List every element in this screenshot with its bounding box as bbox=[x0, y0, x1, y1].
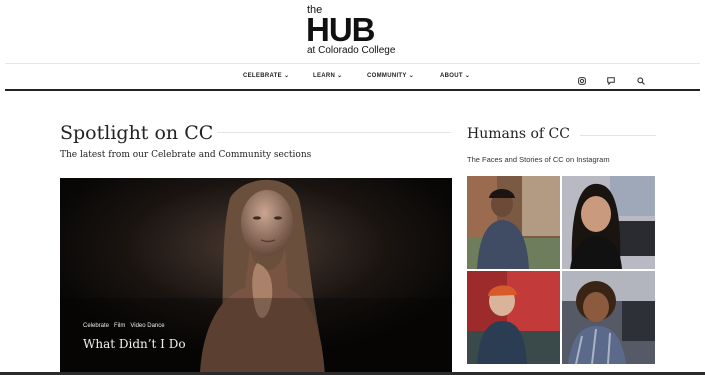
tag-link[interactable]: Video Dance bbox=[130, 323, 164, 329]
chevron-down-icon: ⌄ bbox=[464, 73, 471, 79]
spotlight-heading-rule bbox=[217, 132, 451, 133]
instagram-photo[interactable] bbox=[562, 176, 655, 269]
nav-celebrate-label: CELEBRATE bbox=[243, 73, 282, 79]
chevron-down-icon: ⌄ bbox=[337, 73, 343, 79]
featured-story-card[interactable]: Celebrate Film Video Dance What Didn’t I D… bbox=[60, 178, 452, 375]
site-logo[interactable]: the HUB at Colorado College bbox=[306, 5, 417, 57]
tag-link[interactable]: Film bbox=[114, 323, 125, 329]
header-divider bbox=[5, 63, 700, 64]
instagram-photo[interactable] bbox=[467, 271, 560, 364]
main-nav: CELEBRATE ⌄ LEARN ⌄ COMMUNITY ⌄ ABOUT ⌄ bbox=[0, 72, 705, 86]
instagram-photo[interactable] bbox=[467, 176, 560, 269]
spotlight-subtitle: The latest from our Celebrate and Commun… bbox=[60, 150, 312, 160]
search-icon[interactable] bbox=[637, 72, 647, 85]
featured-story-tags: Celebrate Film Video Dance bbox=[83, 323, 170, 329]
instagram-grid bbox=[467, 176, 655, 364]
nav-learn[interactable]: LEARN ⌄ bbox=[313, 72, 343, 79]
logo-subtitle: at Colorado College bbox=[307, 45, 396, 56]
nav-about[interactable]: ABOUT ⌄ bbox=[440, 72, 470, 79]
nav-divider bbox=[5, 89, 700, 91]
chevron-down-icon: ⌄ bbox=[408, 73, 415, 79]
nav-learn-label: LEARN bbox=[313, 73, 336, 79]
nav-about-label: ABOUT bbox=[440, 73, 463, 79]
humans-heading: Humans of CC bbox=[467, 126, 570, 142]
featured-story-title[interactable]: What Didn’t I Do bbox=[83, 337, 186, 351]
nav-community-label: COMMUNITY bbox=[367, 73, 407, 79]
humans-subtitle: The Faces and Stories of CC on Instagram bbox=[467, 155, 610, 164]
nav-celebrate[interactable]: CELEBRATE ⌄ bbox=[243, 72, 289, 79]
humans-heading-rule bbox=[580, 135, 656, 136]
instagram-icon[interactable] bbox=[578, 72, 588, 85]
chevron-down-icon: ⌄ bbox=[283, 73, 290, 79]
instagram-photo[interactable] bbox=[562, 271, 655, 364]
logo-hub: HUB bbox=[306, 11, 375, 48]
spotlight-heading: Spotlight on CC bbox=[60, 122, 214, 144]
tag-link[interactable]: Celebrate bbox=[83, 323, 109, 329]
chat-icon[interactable] bbox=[607, 72, 617, 86]
nav-community[interactable]: COMMUNITY ⌄ bbox=[367, 72, 414, 79]
